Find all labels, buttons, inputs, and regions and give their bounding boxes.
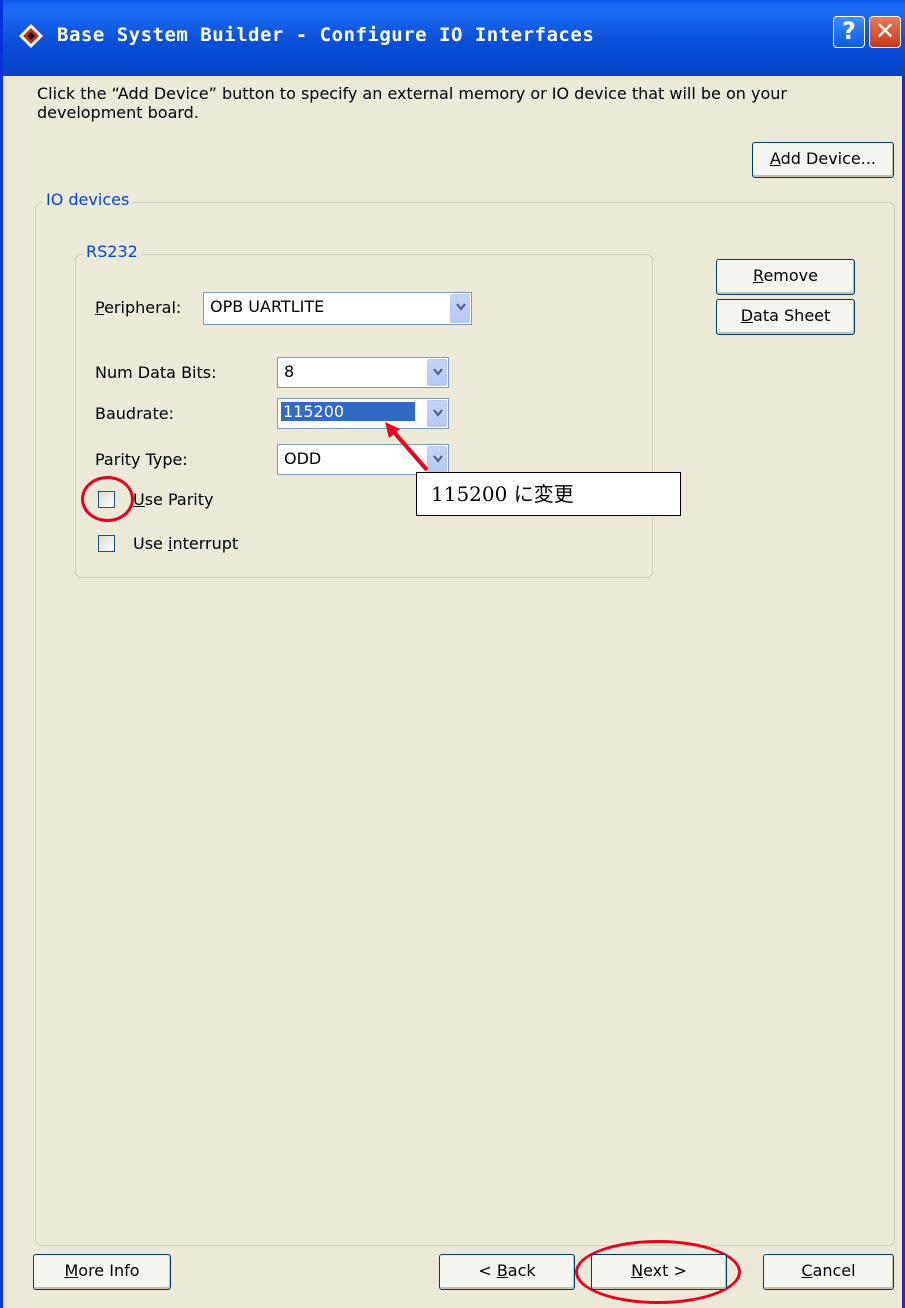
cancel-button[interactable]: Cancel [763, 1254, 894, 1290]
annotation-callout: 115200 に変更 [416, 472, 681, 516]
back-label: < Back [478, 1261, 536, 1280]
more-info-label: More Info [64, 1261, 140, 1280]
more-info-button[interactable]: More Info [33, 1254, 171, 1290]
next-label: Next > [631, 1261, 687, 1280]
cancel-label: Cancel [801, 1261, 856, 1280]
next-button[interactable]: Next > [591, 1254, 727, 1290]
dialog-window: Base System Builder - Configure IO Inter… [0, 0, 905, 1308]
back-button[interactable]: < Back [439, 1254, 575, 1290]
use-parity-highlight [81, 476, 134, 522]
